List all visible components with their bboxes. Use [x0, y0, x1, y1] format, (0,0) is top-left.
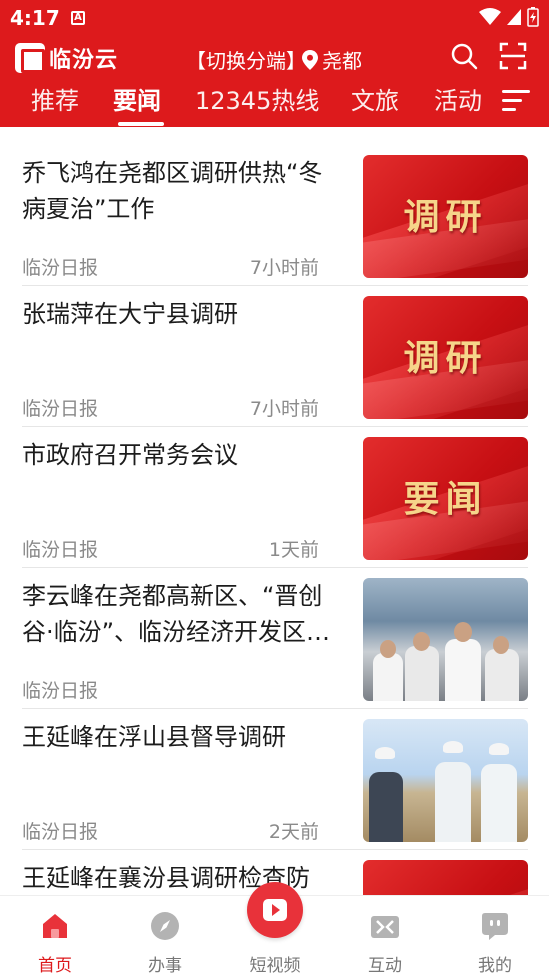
- tab-events[interactable]: 活动: [434, 82, 482, 120]
- news-title: 李云峰在尧都高新区、“晋创谷·临汾”、临汾经济开发区…: [22, 582, 331, 646]
- app-name: 临汾云: [49, 48, 119, 73]
- news-thumbnail: 调研: [363, 155, 528, 278]
- tab-culture-tourism[interactable]: 文旅: [351, 82, 399, 120]
- channel-tabs: 推荐 要闻 12345热线 文旅 活动: [0, 82, 549, 127]
- nav-label: 首页: [38, 956, 72, 976]
- compass-icon: [151, 912, 179, 940]
- battery-icon: [527, 7, 539, 27]
- status-time: 4:17: [10, 6, 60, 30]
- nav-label: 互动: [368, 956, 402, 976]
- nav-label: 我的: [478, 956, 512, 976]
- news-title: 市政府召开常务会议: [22, 441, 238, 469]
- news-source: 临汾日报: [22, 680, 99, 702]
- news-time: 7小时前: [249, 257, 319, 279]
- thumbnail-label: 调研: [403, 196, 488, 238]
- location-label: 尧都: [322, 49, 362, 73]
- app-header: 4:17 A 临汾云 【切换分端】 尧都 推荐 要闻 12345热线 文旅 活动: [0, 0, 549, 127]
- news-source: 临汾日报: [22, 398, 99, 420]
- nav-services[interactable]: 办事: [110, 896, 220, 977]
- news-item[interactable]: 李云峰在尧都高新区、“晋创谷·临汾”、临汾经济开发区… 临汾日报: [22, 568, 528, 709]
- scan-icon[interactable]: [499, 42, 527, 70]
- news-item[interactable]: 张瑞萍在大宁县调研 临汾日报 7小时前 调研: [22, 286, 528, 427]
- play-video-icon: [247, 882, 303, 938]
- profile-icon: [482, 913, 508, 940]
- thumbnail-label: 要闻: [403, 478, 488, 520]
- channel-menu-icon[interactable]: [502, 90, 530, 114]
- interact-icon: [371, 916, 399, 938]
- nav-interact[interactable]: 互动: [330, 896, 440, 977]
- app-logo: 临汾云: [15, 42, 118, 74]
- top-bar: 临汾云 【切换分端】 尧都: [0, 36, 549, 80]
- tab-recommend[interactable]: 推荐: [31, 82, 79, 120]
- tab-hotline[interactable]: 12345热线: [195, 82, 319, 120]
- news-time: 1天前: [268, 539, 319, 561]
- nav-home[interactable]: 首页: [0, 896, 110, 977]
- news-title: 张瑞萍在大宁县调研: [22, 300, 238, 328]
- news-title: 乔飞鸿在尧都区调研供热“冬病夏治”工作: [22, 159, 323, 223]
- news-item[interactable]: 市政府召开常务会议 临汾日报 1天前 要闻: [22, 427, 528, 568]
- tab-headlines[interactable]: 要闻: [113, 82, 161, 120]
- location-selector[interactable]: 尧都: [302, 45, 362, 74]
- logo-icon: [15, 43, 45, 73]
- wifi-icon: [479, 8, 501, 25]
- switch-branch-button[interactable]: 【切换分端】: [186, 45, 306, 74]
- nav-label: 办事: [148, 956, 182, 976]
- status-bar: 4:17 A: [0, 0, 549, 36]
- news-title: 王延峰在浮山县督导调研: [22, 723, 286, 751]
- news-feed[interactable]: 乔飞鸿在尧都区调研供热“冬病夏治”工作 临汾日报 7小时前 调研 张瑞萍在大宁县…: [0, 145, 549, 895]
- search-icon[interactable]: [450, 42, 478, 70]
- news-item[interactable]: 王延峰在浮山县督导调研 临汾日报 2天前: [22, 709, 528, 850]
- news-time: 7小时前: [249, 398, 319, 420]
- nav-profile[interactable]: 我的: [440, 896, 549, 977]
- news-source: 临汾日报: [22, 821, 99, 843]
- news-item[interactable]: 乔飞鸿在尧都区调研供热“冬病夏治”工作 临汾日报 7小时前 调研: [22, 145, 528, 286]
- nav-label: 短视频: [249, 956, 301, 976]
- news-source: 临汾日报: [22, 539, 99, 561]
- news-photo: [363, 578, 528, 701]
- bottom-navigation: 首页 办事 短视频 互动 我的: [0, 882, 549, 977]
- home-icon: [43, 914, 67, 938]
- news-thumbnail: 调研: [363, 296, 528, 419]
- signal-icon: [507, 9, 521, 25]
- status-icons: [479, 7, 539, 27]
- news-time: 2天前: [268, 821, 319, 843]
- active-tab-indicator: [118, 122, 164, 126]
- thumbnail-label: 调研: [403, 337, 488, 379]
- notification-icon: A: [71, 11, 85, 25]
- news-thumbnail: 要闻: [363, 860, 528, 895]
- news-photo: [363, 719, 528, 842]
- nav-short-video[interactable]: 短视频: [220, 882, 330, 977]
- location-pin-icon: [302, 49, 318, 70]
- news-thumbnail: 要闻: [363, 437, 528, 560]
- news-source: 临汾日报: [22, 257, 99, 279]
